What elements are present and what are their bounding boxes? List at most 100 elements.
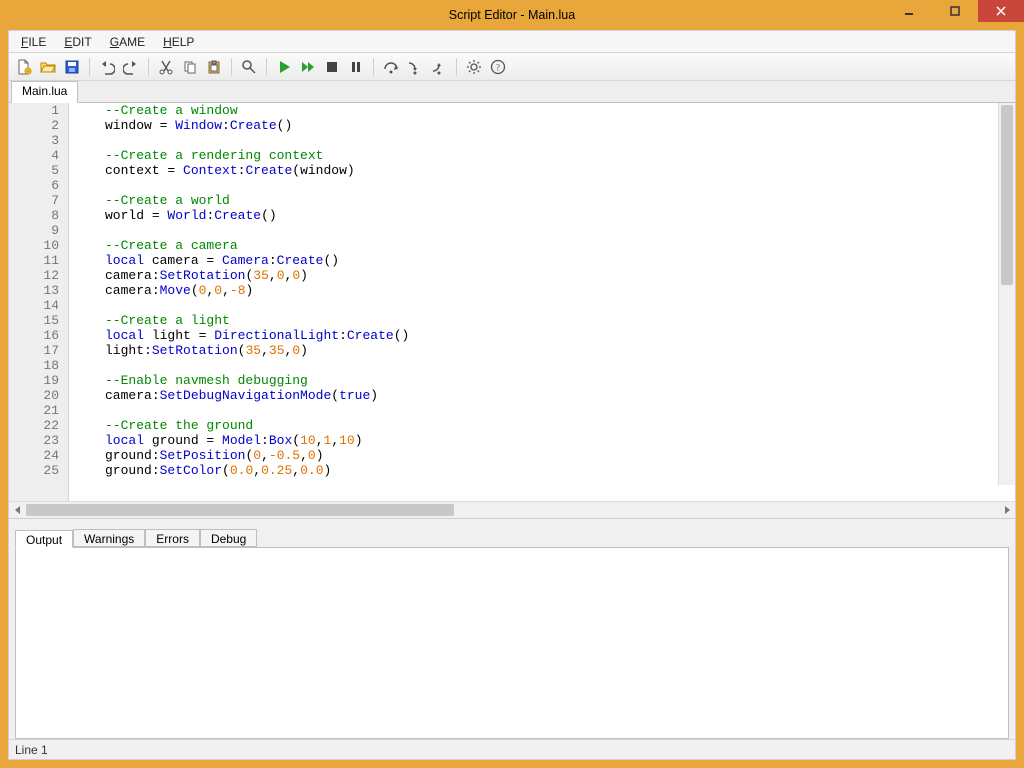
- menu-file[interactable]: FILE: [13, 33, 54, 51]
- toolbar-sep-1: [89, 58, 90, 76]
- find-button[interactable]: [238, 56, 260, 78]
- line-number: 10: [9, 238, 65, 253]
- scroll-right-button[interactable]: [998, 502, 1015, 519]
- client-area: FILE EDIT GAME HELP: [8, 30, 1016, 760]
- code-line[interactable]: 11local camera = Camera:Create(): [9, 253, 1001, 268]
- horizontal-scrollbar-thumb[interactable]: [26, 504, 454, 516]
- code-line[interactable]: 25ground:SetColor(0.0,0.25,0.0): [9, 463, 1001, 478]
- code-text[interactable]: world = World:Create(): [65, 208, 277, 223]
- maximize-button[interactable]: [932, 0, 978, 22]
- code-line[interactable]: 22--Create the ground: [9, 418, 1001, 433]
- code-line[interactable]: 18: [9, 358, 1001, 373]
- code-line[interactable]: 16local light = DirectionalLight:Create(…: [9, 328, 1001, 343]
- menu-bar: FILE EDIT GAME HELP: [9, 31, 1015, 53]
- line-number: 8: [9, 208, 65, 223]
- code-line[interactable]: 13camera:Move(0,0,-8): [9, 283, 1001, 298]
- close-button[interactable]: [978, 0, 1024, 22]
- help-button[interactable]: ?: [487, 56, 509, 78]
- menu-edit[interactable]: EDIT: [56, 33, 99, 51]
- code-text[interactable]: ground:SetPosition(0,-0.5,0): [65, 448, 324, 463]
- toolbar-sep-2: [148, 58, 149, 76]
- lower-tab-strip: OutputWarningsErrorsDebug: [15, 525, 1009, 547]
- code-line[interactable]: 5context = Context:Create(window): [9, 163, 1001, 178]
- step-into-button[interactable]: [404, 56, 426, 78]
- editor-viewport[interactable]: 1--Create a window2window = Window:Creat…: [9, 103, 1015, 501]
- lower-tab-warnings[interactable]: Warnings: [73, 529, 145, 547]
- code-text[interactable]: --Create a light: [65, 313, 230, 328]
- stop-button[interactable]: [321, 56, 343, 78]
- toolbar: ?: [9, 53, 1015, 81]
- open-file-icon: [40, 59, 56, 75]
- lower-tab-errors[interactable]: Errors: [145, 529, 200, 547]
- window-controls: [886, 0, 1024, 22]
- code-line[interactable]: 7--Create a world: [9, 193, 1001, 208]
- code-line[interactable]: 15--Create a light: [9, 313, 1001, 328]
- line-number: 3: [9, 133, 65, 148]
- code-line[interactable]: 24ground:SetPosition(0,-0.5,0): [9, 448, 1001, 463]
- pause-button[interactable]: [345, 56, 367, 78]
- code-text[interactable]: local camera = Camera:Create(): [65, 253, 339, 268]
- code-text[interactable]: local ground = Model:Box(10,1,10): [65, 433, 363, 448]
- run-button[interactable]: [273, 56, 295, 78]
- save-button[interactable]: [61, 56, 83, 78]
- code-text[interactable]: light:SetRotation(35,35,0): [65, 343, 308, 358]
- code-line[interactable]: 8world = World:Create(): [9, 208, 1001, 223]
- code-line[interactable]: 17light:SetRotation(35,35,0): [9, 343, 1001, 358]
- menu-game-rest: AME: [119, 35, 145, 49]
- step-out-button[interactable]: [428, 56, 450, 78]
- code-line[interactable]: 14: [9, 298, 1001, 313]
- step-out-icon: [431, 59, 447, 75]
- menu-game[interactable]: GAME: [102, 33, 153, 51]
- vertical-scrollbar[interactable]: [998, 103, 1015, 485]
- code-line[interactable]: 21: [9, 403, 1001, 418]
- lower-tab-output[interactable]: Output: [15, 530, 73, 548]
- code-line[interactable]: 3: [9, 133, 1001, 148]
- code-line[interactable]: 12camera:SetRotation(35,0,0): [9, 268, 1001, 283]
- code-text[interactable]: --Create a rendering context: [65, 148, 323, 163]
- code-text[interactable]: --Create a camera: [65, 238, 238, 253]
- horizontal-scroll-track[interactable]: [26, 502, 998, 518]
- minimize-button[interactable]: [886, 0, 932, 22]
- code-line[interactable]: 10--Create a camera: [9, 238, 1001, 253]
- code-line[interactable]: 20camera:SetDebugNavigationMode(true): [9, 388, 1001, 403]
- menu-help-underline: H: [163, 35, 172, 49]
- undo-button[interactable]: [96, 56, 118, 78]
- redo-icon: [123, 59, 139, 75]
- paste-button[interactable]: [203, 56, 225, 78]
- code-line[interactable]: 1--Create a window: [9, 103, 1001, 118]
- code-lines[interactable]: 1--Create a window2window = Window:Creat…: [9, 103, 1001, 478]
- open-file-button[interactable]: [37, 56, 59, 78]
- code-line[interactable]: 2window = Window:Create(): [9, 118, 1001, 133]
- code-line[interactable]: 9: [9, 223, 1001, 238]
- code-text[interactable]: ground:SetColor(0.0,0.25,0.0): [65, 463, 331, 478]
- code-text[interactable]: --Enable navmesh debugging: [65, 373, 308, 388]
- scroll-left-button[interactable]: [9, 502, 26, 519]
- code-line[interactable]: 23local ground = Model:Box(10,1,10): [9, 433, 1001, 448]
- code-line[interactable]: 19--Enable navmesh debugging: [9, 373, 1001, 388]
- step-over-button[interactable]: [380, 56, 402, 78]
- run-fast-button[interactable]: [297, 56, 319, 78]
- code-text[interactable]: local light = DirectionalLight:Create(): [65, 328, 409, 343]
- file-tab-main[interactable]: Main.lua: [11, 81, 78, 103]
- code-text[interactable]: --Create a world: [65, 193, 230, 208]
- code-line[interactable]: 4--Create a rendering context: [9, 148, 1001, 163]
- code-text[interactable]: --Create a window: [65, 103, 238, 118]
- redo-button[interactable]: [120, 56, 142, 78]
- settings-button[interactable]: [463, 56, 485, 78]
- horizontal-scrollbar[interactable]: [9, 501, 1015, 518]
- cut-button[interactable]: [155, 56, 177, 78]
- title-bar[interactable]: Script Editor - Main.lua: [0, 0, 1024, 30]
- code-text[interactable]: context = Context:Create(window): [65, 163, 355, 178]
- vertical-scrollbar-thumb[interactable]: [1001, 105, 1013, 285]
- output-panel[interactable]: [15, 547, 1009, 739]
- code-text[interactable]: camera:SetRotation(35,0,0): [65, 268, 308, 283]
- new-file-button[interactable]: [13, 56, 35, 78]
- code-text[interactable]: --Create the ground: [65, 418, 253, 433]
- menu-help[interactable]: HELP: [155, 33, 202, 51]
- code-line[interactable]: 6: [9, 178, 1001, 193]
- lower-tab-debug[interactable]: Debug: [200, 529, 257, 547]
- code-text[interactable]: camera:Move(0,0,-8): [65, 283, 253, 298]
- code-text[interactable]: camera:SetDebugNavigationMode(true): [65, 388, 378, 403]
- copy-button[interactable]: [179, 56, 201, 78]
- code-text[interactable]: window = Window:Create(): [65, 118, 292, 133]
